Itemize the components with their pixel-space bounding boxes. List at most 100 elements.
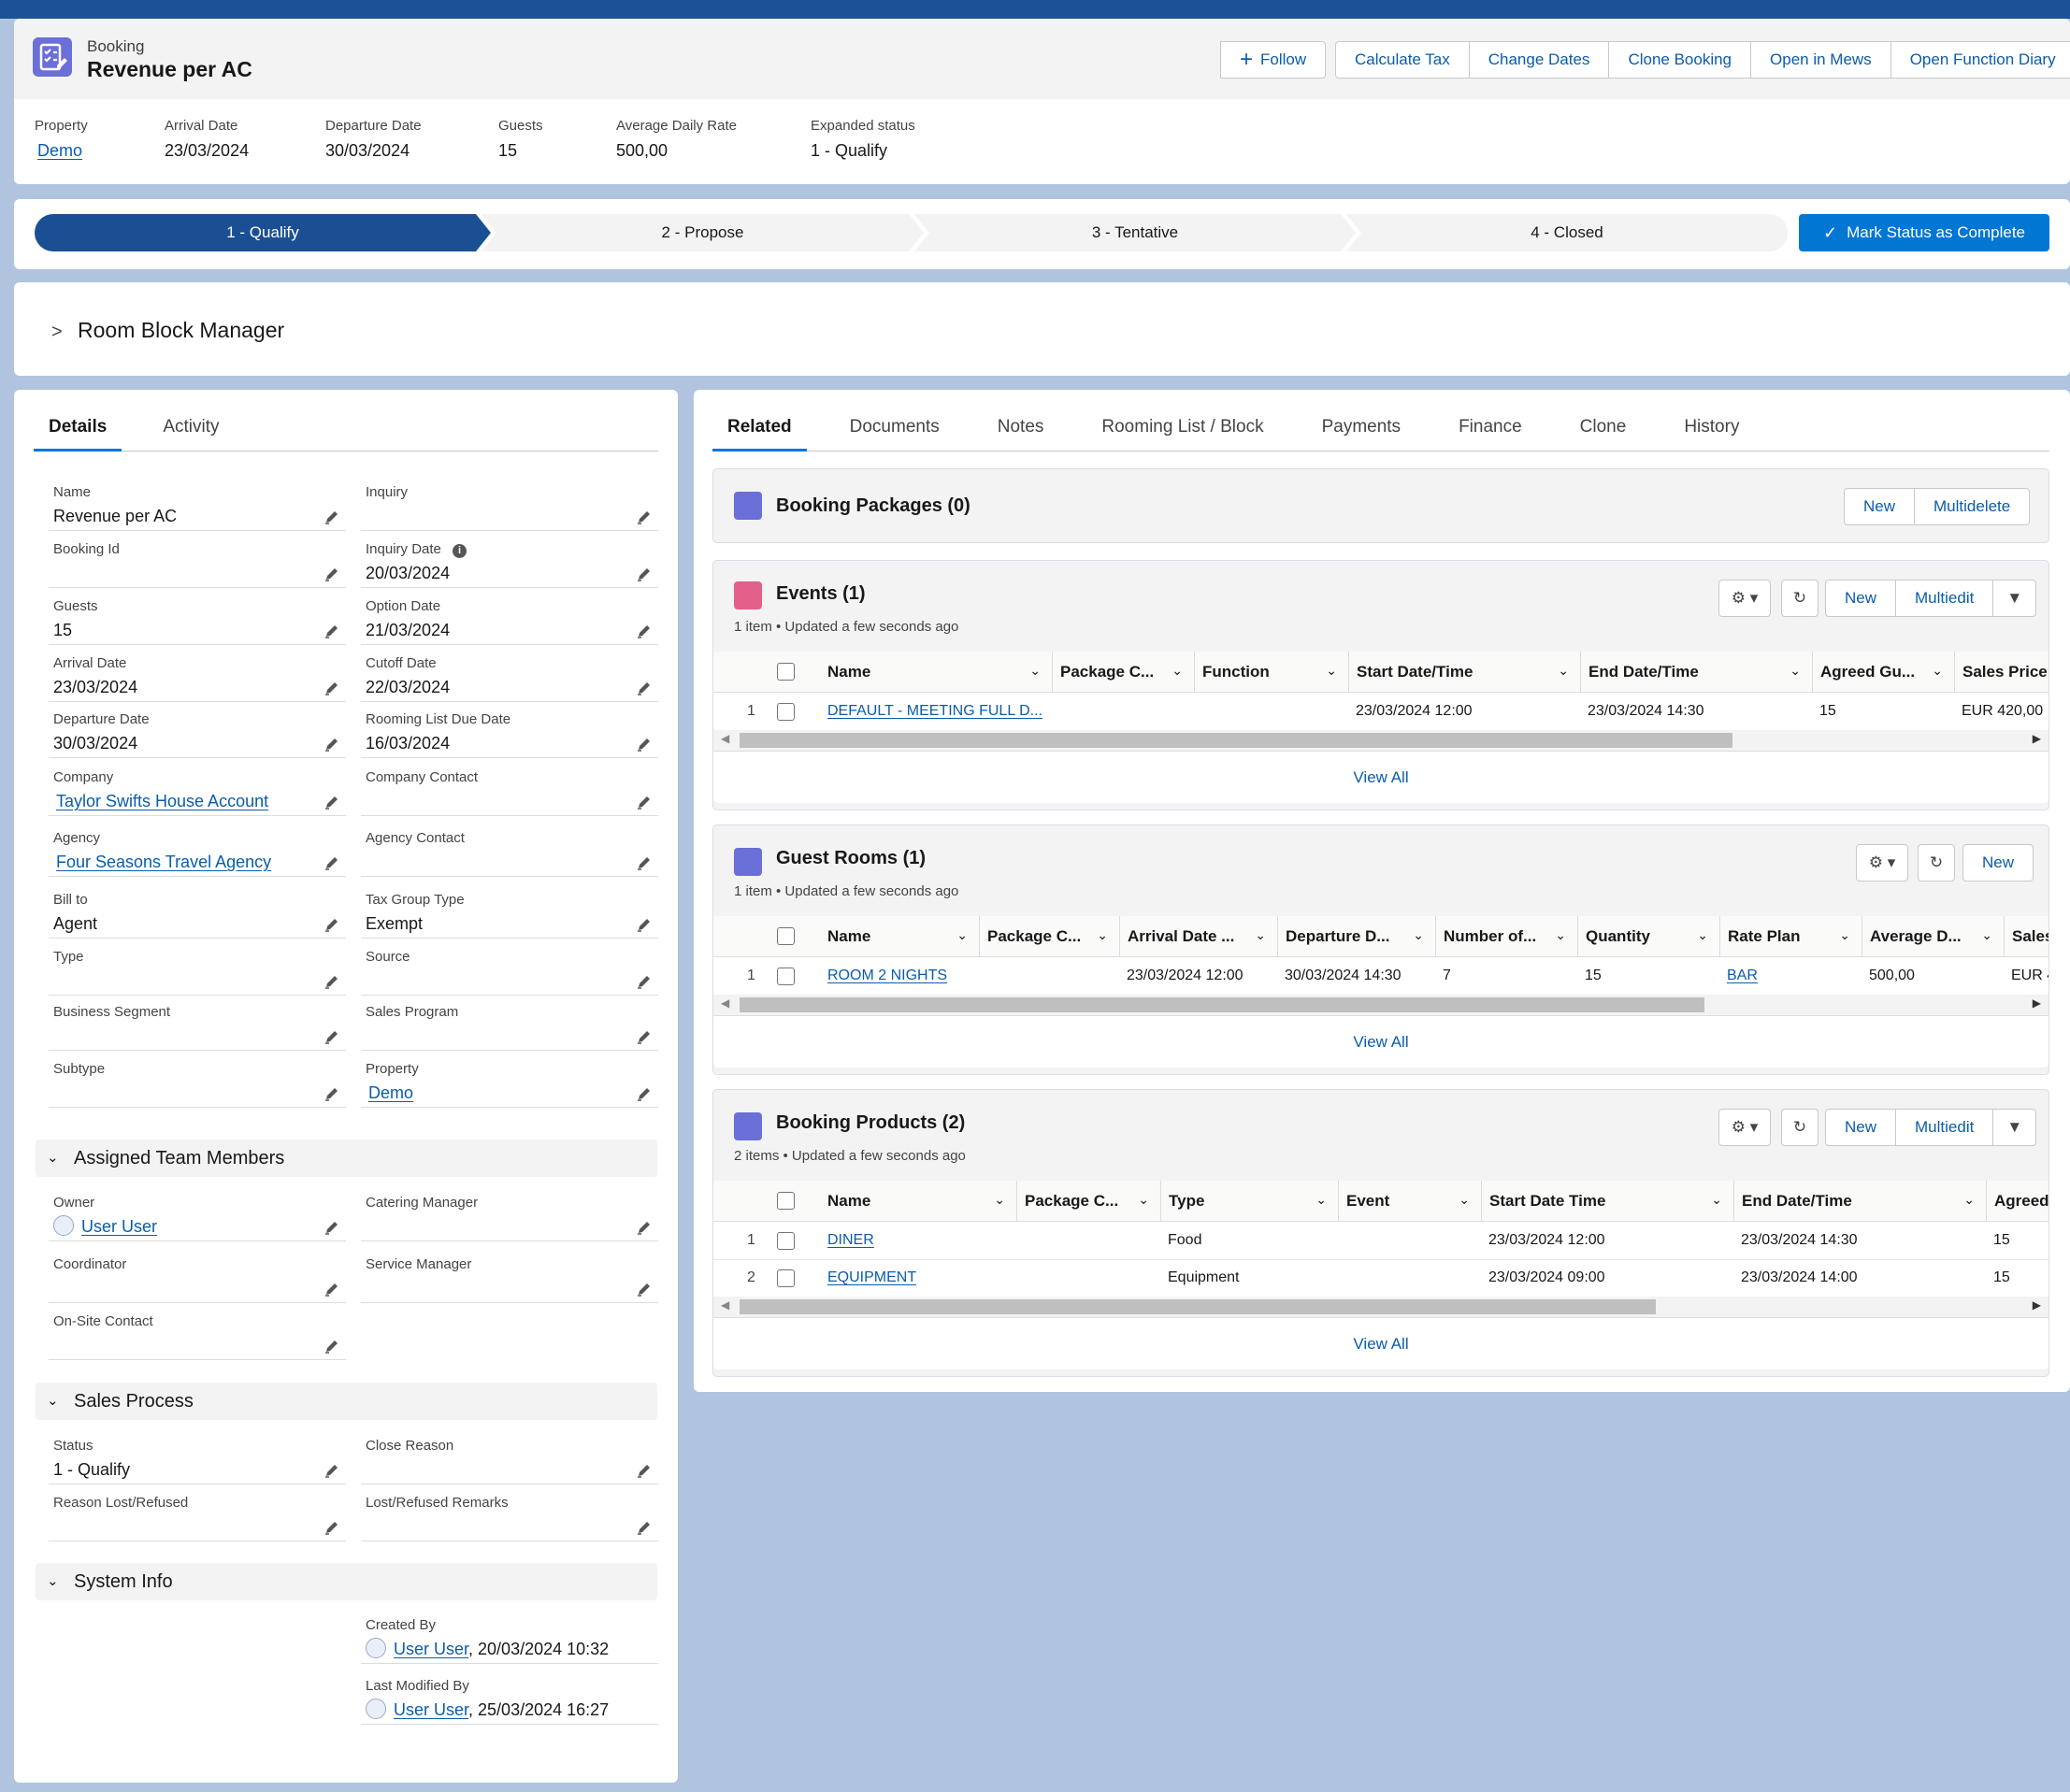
chevron-down-icon[interactable]: ⌄: [994, 1192, 1005, 1208]
section-sales-process[interactable]: ⌄ Sales Process: [36, 1383, 657, 1420]
pencil-edit-icon[interactable]: [323, 1338, 340, 1355]
pencil-edit-icon[interactable]: [323, 916, 340, 933]
field-value-link[interactable]: Demo: [368, 1083, 413, 1102]
chevron-down-icon[interactable]: ⌄: [1555, 927, 1566, 943]
pencil-edit-icon[interactable]: [636, 1519, 653, 1536]
column-header[interactable]: Agreed: [1986, 1181, 2048, 1222]
follow-button[interactable]: + Follow: [1220, 41, 1327, 79]
column-header[interactable]: Arrival Date ... ⌄: [1119, 916, 1277, 957]
events-multiedit-button[interactable]: Multiedit: [1895, 580, 1994, 617]
room-block-manager-card[interactable]: > Room Block Manager: [14, 282, 2070, 376]
path-step-tentative[interactable]: 3 - Tentative: [914, 214, 1356, 251]
column-header[interactable]: Sales: [2004, 916, 2048, 957]
chevron-down-icon[interactable]: ⌄: [1255, 927, 1266, 943]
scroll-left-icon[interactable]: ◀: [721, 996, 729, 1010]
clone-booking-button[interactable]: Clone Booking: [1608, 41, 1752, 79]
column-header[interactable]: End Date/Time ⌄: [1580, 652, 1812, 693]
pencil-edit-icon[interactable]: [636, 566, 653, 582]
events-title[interactable]: Events (1): [776, 583, 866, 605]
column-header[interactable]: End Date/Time ⌄: [1733, 1181, 1986, 1222]
path-step-closed[interactable]: 4 - Closed: [1346, 214, 1788, 251]
column-header[interactable]: Start Date/Time ⌄: [1348, 652, 1580, 693]
chevron-down-icon[interactable]: ⌄: [1029, 663, 1041, 679]
column-header[interactable]: Rate Plan ⌄: [1719, 916, 1862, 957]
booking-products-multiedit-button[interactable]: Multiedit: [1895, 1109, 1994, 1146]
change-owner-icon[interactable]: [323, 1219, 340, 1236]
select-all-checkbox[interactable]: [777, 1181, 805, 1222]
chevron-down-icon[interactable]: ⌄: [1326, 663, 1337, 679]
pencil-edit-icon[interactable]: [636, 973, 653, 990]
pencil-edit-icon[interactable]: [636, 680, 653, 696]
pencil-edit-icon[interactable]: [323, 854, 340, 871]
chevron-down-icon[interactable]: ⌄: [1839, 927, 1850, 943]
chevron-down-icon[interactable]: ⌄: [1981, 927, 1992, 943]
horizontal-scrollbar[interactable]: ◀ ▶: [713, 995, 2048, 1015]
column-header[interactable]: Type ⌄: [1160, 1181, 1338, 1222]
property-link[interactable]: Demo: [37, 141, 82, 160]
user-link[interactable]: User User: [394, 1640, 468, 1658]
select-all-checkbox[interactable]: [777, 916, 805, 957]
pencil-edit-icon[interactable]: [323, 680, 340, 696]
tab-related[interactable]: Related: [712, 406, 807, 452]
pencil-edit-icon[interactable]: [636, 1028, 653, 1045]
pencil-edit-icon[interactable]: [636, 1085, 653, 1102]
path-step-qualify[interactable]: 1 - Qualify: [35, 214, 491, 251]
calculate-tax-button[interactable]: Calculate Tax: [1335, 41, 1470, 79]
column-header[interactable]: Event ⌄: [1338, 1181, 1481, 1222]
chevron-down-icon[interactable]: ⌄: [1711, 1192, 1722, 1208]
scrollbar-thumb[interactable]: [740, 733, 1732, 748]
events-view-all-link[interactable]: View All: [713, 751, 2048, 803]
booking-products-view-all-link[interactable]: View All: [713, 1317, 2048, 1369]
pencil-edit-icon[interactable]: [636, 1462, 653, 1479]
column-header[interactable]: Start Date Time ⌄: [1481, 1181, 1733, 1222]
open-function-diary-button[interactable]: Open Function Diary: [1890, 41, 2070, 79]
column-header[interactable]: Agreed Gu... ⌄: [1812, 652, 1954, 693]
record-link[interactable]: DEFAULT - MEETING FULL D...: [827, 703, 1042, 720]
scroll-right-icon[interactable]: ▶: [2033, 1298, 2041, 1312]
chevron-down-icon[interactable]: ⌄: [1558, 663, 1569, 679]
pencil-edit-icon[interactable]: [636, 1219, 653, 1236]
pencil-edit-icon[interactable]: [636, 854, 653, 871]
pencil-edit-icon[interactable]: [636, 509, 653, 525]
pencil-edit-icon[interactable]: [636, 794, 653, 810]
scroll-left-icon[interactable]: ◀: [721, 732, 729, 745]
tab-clone[interactable]: Clone: [1580, 406, 1627, 451]
guest-rooms-view-all-link[interactable]: View All: [713, 1015, 2048, 1068]
column-header[interactable]: Function ⌄: [1194, 652, 1348, 693]
field-value-link[interactable]: User User: [81, 1217, 157, 1236]
row-checkbox[interactable]: [777, 957, 805, 995]
tab-payments[interactable]: Payments: [1322, 406, 1401, 451]
scroll-left-icon[interactable]: ◀: [721, 1298, 729, 1312]
column-header[interactable]: Number of... ⌄: [1435, 916, 1577, 957]
booking-products-new-button[interactable]: New: [1825, 1109, 1897, 1146]
tab-details[interactable]: Details: [33, 406, 122, 452]
column-header[interactable]: Package C... ⌄: [979, 916, 1119, 957]
pencil-edit-icon[interactable]: [636, 736, 653, 753]
path-step-propose[interactable]: 2 - Propose: [482, 214, 924, 251]
column-header[interactable]: Quantity ⌄: [1577, 916, 1719, 957]
pencil-edit-icon[interactable]: [636, 623, 653, 639]
column-header[interactable]: Average D... ⌄: [1862, 916, 2004, 957]
tab-history[interactable]: History: [1684, 406, 1739, 451]
tab-finance[interactable]: Finance: [1459, 406, 1522, 451]
pencil-edit-icon[interactable]: [323, 1281, 340, 1297]
chevron-down-icon[interactable]: ⌄: [1932, 663, 1943, 679]
pencil-edit-icon[interactable]: [323, 623, 340, 639]
change-dates-button[interactable]: Change Dates: [1468, 41, 1610, 79]
pencil-edit-icon[interactable]: [636, 1281, 653, 1297]
pencil-edit-icon[interactable]: [323, 1462, 340, 1479]
chevron-right-icon[interactable]: >: [51, 322, 63, 343]
section-assigned-team-members[interactable]: ⌄ Assigned Team Members: [36, 1140, 657, 1177]
tab-notes[interactable]: Notes: [998, 406, 1044, 451]
field-value-link[interactable]: Taylor Swifts House Account: [56, 792, 268, 810]
tab-activity[interactable]: Activity: [163, 406, 219, 451]
column-header[interactable]: Package C... ⌄: [1052, 652, 1194, 693]
events-new-button[interactable]: New: [1825, 580, 1897, 617]
chevron-down-icon[interactable]: ⌄: [1315, 1192, 1327, 1208]
guest-rooms-refresh-button[interactable]: ↻: [1918, 844, 1955, 882]
pencil-edit-icon[interactable]: [323, 1028, 340, 1045]
record-link[interactable]: ROOM 2 NIGHTS: [827, 968, 947, 984]
chevron-down-icon[interactable]: ⌄: [1413, 927, 1424, 943]
booking-packages-new-button[interactable]: New: [1844, 488, 1916, 525]
pencil-edit-icon[interactable]: [323, 973, 340, 990]
